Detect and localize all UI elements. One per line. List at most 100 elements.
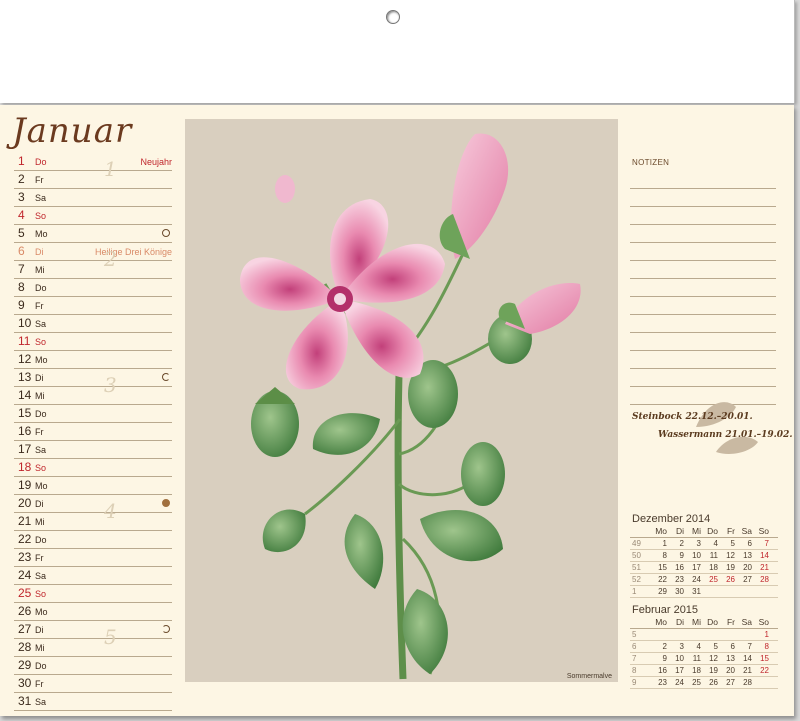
mallow-flower-image: . [240, 133, 581, 680]
mini-day: 12 [726, 551, 735, 560]
mini-day: 27 [743, 575, 752, 584]
day-row[interactable]: 1 Do Neujahr [14, 153, 172, 171]
day-number: 7 [18, 262, 25, 276]
mini-week-number: 1 [632, 587, 637, 596]
day-row[interactable]: 25 So [14, 585, 172, 603]
day-number: 18 [18, 460, 32, 474]
day-number: 5 [18, 226, 25, 240]
weekday-header: Di [675, 617, 684, 627]
mini-day: 31 [692, 587, 701, 596]
weekday-header: Do [707, 526, 718, 536]
day-row[interactable]: 26 Mo [14, 603, 172, 621]
day-row[interactable]: 6 Di Heilige Drei Könige [14, 243, 172, 261]
mini-calendar-row: 8 16 17 18 19 20 21 22 [630, 665, 778, 677]
day-row[interactable]: 3 Sa [14, 189, 172, 207]
flower-illustration: . Sommermalve [185, 119, 618, 682]
weekday-label: Di [35, 373, 44, 383]
weekday-header: Mi [692, 526, 701, 536]
weekday-label: Sa [35, 319, 47, 329]
day-row[interactable]: 20 Di [14, 495, 172, 513]
day-row[interactable]: 11 So [14, 333, 172, 351]
day-number: 20 [18, 496, 32, 510]
day-number: 22 [18, 532, 32, 546]
day-row[interactable]: 24 Sa [14, 567, 172, 585]
day-number: 8 [18, 280, 25, 294]
weekday-header: Mi [692, 617, 701, 627]
day-row[interactable]: 4 So [14, 207, 172, 225]
zodiac-aquarius: Wassermann 21.01.–19.02. [658, 430, 793, 440]
day-row[interactable]: 13 Di [14, 369, 172, 387]
mini-day: 15 [658, 563, 667, 572]
weekday-label: Mo [35, 607, 48, 617]
mini-day: 16 [658, 666, 667, 675]
weekday-header: Fr [726, 617, 735, 627]
month-title: Januar [12, 111, 133, 151]
day-number: 24 [18, 568, 32, 582]
day-row[interactable]: 22 Do [14, 531, 172, 549]
day-row[interactable]: 7 Mi [14, 261, 172, 279]
day-row[interactable]: 18 So [14, 459, 172, 477]
day-row[interactable]: 14 Mi [14, 387, 172, 405]
mini-day: 16 [675, 563, 684, 572]
holiday-label: Neujahr [140, 157, 172, 167]
mini-day: 20 [726, 666, 735, 675]
mini-day: 30 [675, 587, 684, 596]
mini-day: 18 [692, 666, 701, 675]
day-row[interactable]: 27 Di [14, 621, 172, 639]
mini-day: 14 [760, 551, 769, 560]
mini-day: 18 [709, 563, 718, 572]
zodiac-capricorn: Steinbock 22.12.–20.01. [632, 412, 753, 422]
day-row[interactable]: 16 Fr [14, 423, 172, 441]
day-row[interactable]: 9 Fr [14, 297, 172, 315]
day-number: 2 [18, 172, 25, 186]
weekday-label: Mi [35, 265, 45, 275]
mini-day: 20 [743, 563, 752, 572]
day-number: 29 [18, 658, 32, 672]
mini-day: 26 [709, 678, 718, 687]
weekday-label: So [35, 463, 47, 473]
day-number: 23 [18, 550, 32, 564]
mini-day: 22 [658, 575, 667, 584]
mini-calendar-row: 51 15 16 17 18 19 20 21 [630, 562, 778, 574]
day-row[interactable]: 15 Do [14, 405, 172, 423]
day-row[interactable]: 17 Sa [14, 441, 172, 459]
mini-calendar-title: Dezember 2014 [632, 513, 711, 525]
mini-day [735, 586, 752, 597]
day-row[interactable]: 2 Fr [14, 171, 172, 189]
mini-day: 9 [679, 551, 684, 560]
day-row[interactable]: 5 Mo [14, 225, 172, 243]
weekday-label: Sa [35, 193, 47, 203]
day-number: 30 [18, 676, 32, 690]
day-number: 25 [18, 586, 32, 600]
weekday-label: Sa [35, 445, 47, 455]
mini-week-number: 49 [632, 539, 641, 548]
mini-day: 9 [662, 654, 667, 663]
day-row[interactable]: 12 Mo [14, 351, 172, 369]
mini-day: 3 [679, 642, 684, 651]
weekday-label: Mi [35, 643, 45, 653]
day-row[interactable]: 30 Fr [14, 675, 172, 693]
mini-day: 23 [658, 678, 667, 687]
hanging-hole [386, 10, 400, 24]
mini-day: 22 [760, 666, 769, 675]
notes-lines[interactable] [630, 171, 776, 405]
day-row[interactable]: 23 Fr [14, 549, 172, 567]
day-row[interactable]: 31 Sa [14, 693, 172, 711]
day-number: 31 [18, 694, 32, 708]
mini-day [650, 629, 667, 640]
day-number: 6 [18, 244, 25, 258]
day-number: 26 [18, 604, 32, 618]
day-number: 27 [18, 622, 32, 636]
mini-day [684, 629, 701, 640]
day-number: 10 [18, 316, 32, 330]
day-row[interactable]: 10 Sa [14, 315, 172, 333]
day-row[interactable]: 19 Mo [14, 477, 172, 495]
mini-day: 7 [764, 539, 769, 548]
day-row[interactable]: 28 Mi [14, 639, 172, 657]
day-row[interactable]: 21 Mi [14, 513, 172, 531]
mini-week-number: 5 [632, 630, 637, 639]
mini-day: 24 [675, 678, 684, 687]
day-row[interactable]: 29 Do [14, 657, 172, 675]
day-row[interactable]: 8 Do [14, 279, 172, 297]
mini-calendar-row: 7 9 10 11 12 13 14 15 [630, 653, 778, 665]
